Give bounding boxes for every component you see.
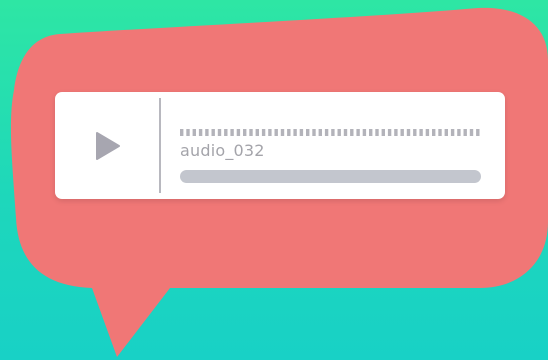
play-button[interactable] [55,92,160,199]
waveform-bar [457,129,461,136]
waveform-bar [463,129,467,136]
audio-player-card: audio_032 [55,92,505,199]
waveform-bar [217,129,222,136]
waveform-bar [243,129,247,136]
waveform-bar [350,129,354,136]
waveform-bar [293,129,297,136]
waveform-bar [400,129,404,136]
waveform-bar [337,129,341,136]
waveform-bar [274,129,278,136]
waveform-bar [306,129,310,136]
waveform-bar [287,129,291,136]
waveform-bar [261,129,266,136]
waveform-bar [312,129,316,136]
card-divider [159,98,161,193]
waveform-bar [331,129,335,136]
waveform-bar [394,129,398,136]
waveform-bar [180,129,184,136]
waveform-bar [438,129,442,136]
play-icon [95,131,120,160]
waveform-bar [450,129,455,136]
waveform-bar [186,129,190,136]
waveform-bar [224,129,228,136]
waveform-bar [255,129,259,136]
waveform[interactable] [180,129,485,136]
waveform-bar [249,129,253,136]
waveform-bar [280,129,285,136]
waveform-bar [369,129,373,136]
waveform-bar [406,129,411,136]
track-title: audio_032 [180,141,265,160]
waveform-bar [268,129,272,136]
waveform-bar [324,129,329,136]
waveform-bar [444,129,448,136]
waveform-bar [425,129,430,136]
waveform-bar [432,129,436,136]
waveform-bar [413,129,417,136]
waveform-bar [343,129,348,136]
waveform-bar [356,129,360,136]
waveform-bar [381,129,385,136]
waveform-bar [236,129,241,136]
waveform-bar [192,129,196,136]
waveform-bar [299,129,304,136]
waveform-bar [476,129,480,136]
waveform-bar [318,129,322,136]
waveform-bar [419,129,423,136]
waveform-bar [469,129,474,136]
waveform-bar [230,129,234,136]
waveform-bar [198,129,203,136]
waveform-bar [375,129,379,136]
progress-bar[interactable] [180,170,481,183]
waveform-bar [362,129,367,136]
waveform-bar [387,129,392,136]
waveform-bar [205,129,209,136]
waveform-bar [211,129,215,136]
